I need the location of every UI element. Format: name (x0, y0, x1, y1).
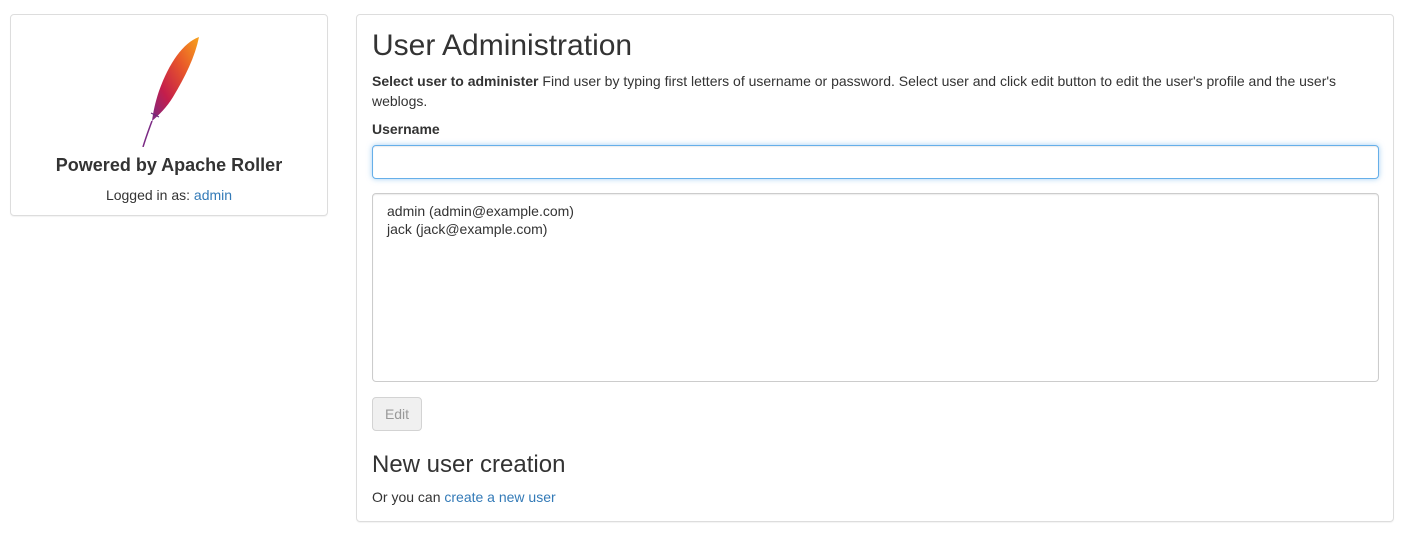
powered-by-text: Powered by Apache Roller (55, 155, 283, 175)
logged-in-prefix: Logged in as: (105, 187, 194, 203)
page-title: User Administration (372, 29, 633, 62)
logged-in-line: Logged in as: admin (11, 187, 327, 203)
create-user-line: Or you can create a new user (372, 489, 556, 505)
user-list[interactable]: admin (admin@example.com) jack (jack@exa… (372, 193, 1379, 382)
sidebar-panel: Powered by Apache Roller Logged in as: a… (10, 14, 328, 216)
main-panel: User Administration Select user to admin… (356, 14, 1394, 522)
logged-in-user-link[interactable]: admin (194, 187, 232, 203)
edit-button[interactable]: Edit (372, 397, 422, 431)
description-bold: Select user to administer (372, 73, 539, 89)
create-user-link[interactable]: create a new user (444, 489, 555, 505)
description: Select user to administer Find user by t… (372, 71, 1372, 111)
user-option-jack[interactable]: jack (jack@example.com) (387, 220, 1364, 238)
username-input[interactable] (372, 145, 1379, 179)
user-option-admin[interactable]: admin (admin@example.com) (387, 202, 1364, 220)
create-prefix: Or you can (372, 489, 445, 505)
apache-feather-icon (142, 37, 199, 147)
username-label: Username (372, 121, 440, 137)
new-user-title: New user creation (372, 451, 566, 478)
